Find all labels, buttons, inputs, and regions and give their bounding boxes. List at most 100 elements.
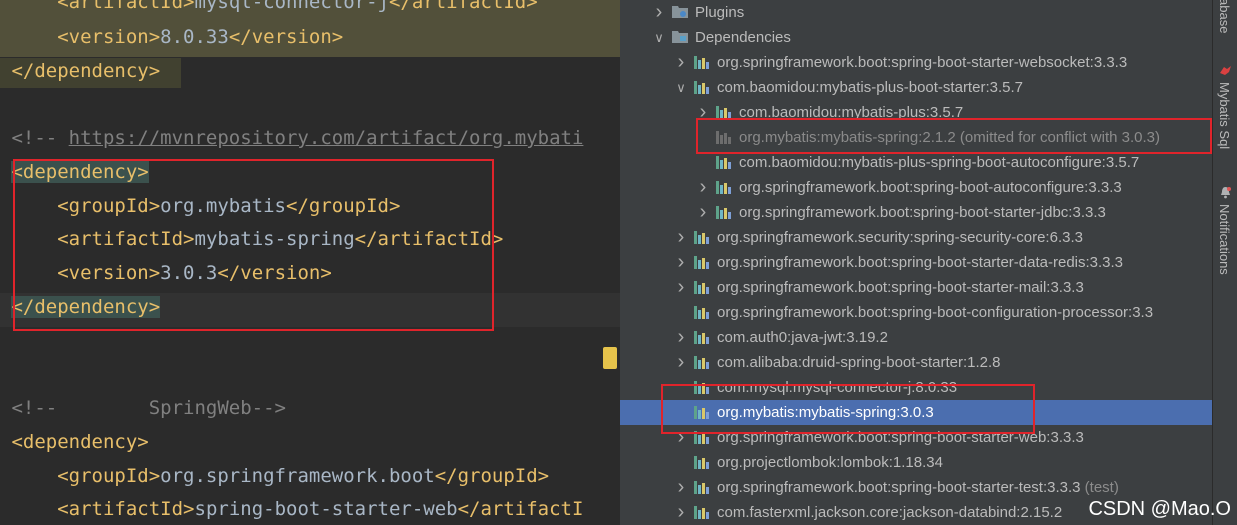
xml-tag-close: </artifactId> bbox=[388, 0, 538, 13]
line-gutter-pad bbox=[0, 397, 11, 419]
xml-tag-close: </artifactId> bbox=[354, 228, 504, 250]
dependency-coordinates: Dependencies bbox=[695, 29, 791, 46]
code-line: <groupId>org.springframework.boot</group… bbox=[0, 461, 620, 491]
chevron-right-icon[interactable]: › bbox=[674, 275, 688, 300]
dependency-node[interactable]: › org.springframework.boot:spring-boot-st… bbox=[620, 50, 1212, 75]
dependency-icon bbox=[694, 431, 711, 444]
code-line: <version>8.0.33</version> bbox=[0, 22, 620, 52]
xml-tag-close: </artifactI bbox=[457, 498, 584, 520]
dependency-coordinates: Plugins bbox=[695, 4, 745, 21]
xml-tag-open: <artifactId> bbox=[57, 0, 195, 13]
dependency-icon bbox=[694, 456, 711, 469]
dependency-node[interactable]: org.springframework.boot:spring-boot-con… bbox=[620, 300, 1212, 325]
dependency-node[interactable]: org.projectlombok:lombok:1.18.34 bbox=[620, 450, 1212, 475]
dependency-node[interactable]: ∨ com.baomidou:mybatis-plus-boot-starter:… bbox=[620, 75, 1212, 100]
dependency-node[interactable]: com.baomidou:mybatis-plus-spring-boot-au… bbox=[620, 150, 1212, 175]
chevron-right-icon[interactable]: › bbox=[696, 100, 710, 125]
folder-icon bbox=[672, 31, 688, 43]
database-tool-tab[interactable]: abase bbox=[1217, 0, 1232, 33]
dependency-coordinates: com.baomidou:mybatis-plus:3.5.7 bbox=[739, 104, 964, 121]
dependency-node[interactable]: › org.springframework.boot:spring-boot-st… bbox=[620, 200, 1212, 225]
dependency-coordinates: org.springframework.boot:spring-boot-con… bbox=[717, 304, 1154, 321]
watermark: CSDN @Mao.O bbox=[1088, 498, 1231, 520]
xml-tag-open: <groupId> bbox=[57, 195, 161, 217]
dependency-node[interactable]: › com.auth0:java-jwt:3.19.2 bbox=[620, 325, 1212, 350]
dependency-node[interactable]: › org.springframework.boot:spring-boot-st… bbox=[620, 475, 1212, 500]
code-editor[interactable]: <artifactId>mysql-connector-j</artifactI… bbox=[0, 0, 620, 525]
comment-link: https://mvnrepository.com/artifact/org.m… bbox=[68, 127, 584, 149]
chevron-right-icon[interactable]: › bbox=[696, 175, 710, 200]
code-line: <!-- https://mvnrepository.com/artifact/… bbox=[0, 123, 620, 153]
maven-dependency-tree[interactable]: › Plugins ∨ Dependencies › org.springframewor… bbox=[620, 0, 1212, 525]
chevron-down-icon[interactable]: ∨ bbox=[674, 75, 688, 100]
dependency-node[interactable]: › org.springframework.boot:spring-boot-st… bbox=[620, 275, 1212, 300]
dependency-label: com.auth0:java-jwt:3.19.2 bbox=[717, 325, 888, 350]
dependency-icon bbox=[694, 281, 711, 294]
code-line: <artifactId>spring-boot-starter-web</art… bbox=[0, 494, 620, 524]
xml-tag-close: </groupId> bbox=[434, 465, 550, 487]
xml-value: spring-boot-starter-web bbox=[194, 498, 458, 520]
line-gutter-pad bbox=[0, 60, 11, 82]
dependency-label: org.mybatis:mybatis-spring:3.0.3 bbox=[717, 400, 934, 425]
dependency-coordinates: org.mybatis:mybatis-spring:2.1.2 bbox=[739, 129, 956, 146]
dependency-icon bbox=[716, 181, 733, 194]
xml-value: org.mybatis bbox=[160, 195, 287, 217]
code-line: <groupId>org.mybatis</groupId> bbox=[0, 191, 620, 221]
mybatis-sql-tool-tab[interactable]: Mybatis Sql bbox=[1217, 82, 1232, 149]
xml-tag-open: <artifactId> bbox=[57, 498, 195, 520]
dependency-coordinates: org.springframework.boot:spring-boot-sta… bbox=[717, 279, 1084, 296]
dependency-label: org.springframework.boot:spring-boot-sta… bbox=[717, 250, 1123, 275]
dependency-label: com.baomidou:mybatis-plus-spring-boot-au… bbox=[739, 150, 1139, 175]
chevron-right-icon[interactable]: › bbox=[674, 325, 688, 350]
xml-tag-open: <groupId> bbox=[57, 465, 161, 487]
mybatis-bird-icon bbox=[1220, 66, 1231, 75]
xml-value: mysql-connector-j bbox=[194, 0, 389, 13]
notifications-tool-tab[interactable]: Notifications bbox=[1217, 204, 1232, 275]
code-line: <dependency> bbox=[0, 157, 620, 187]
chevron-right-icon[interactable]: › bbox=[674, 475, 688, 500]
xml-tag-open: <dependency> bbox=[11, 161, 149, 183]
dependency-node[interactable]: org.mybatis:mybatis-spring:3.0.3 bbox=[620, 400, 1212, 425]
tree-folder-node[interactable]: › Plugins bbox=[620, 0, 1212, 25]
dependency-coordinates: com.fasterxml.jackson.core:jackson-datab… bbox=[717, 504, 1063, 521]
editor-bookmark-marker[interactable] bbox=[603, 347, 617, 369]
chevron-right-icon[interactable]: › bbox=[652, 0, 666, 25]
dependency-label: com.alibaba:druid-spring-boot-starter:1.… bbox=[717, 350, 1000, 375]
dependency-node[interactable]: › com.baomidou:mybatis-plus:3.5.7 bbox=[620, 100, 1212, 125]
dependency-label: com.mysql:mysql-connector-j:8.0.33 bbox=[717, 375, 957, 400]
dependency-label: org.projectlombok:lombok:1.18.34 bbox=[717, 450, 943, 475]
dependency-node[interactable]: › com.alibaba:druid-spring-boot-starter:1… bbox=[620, 350, 1212, 375]
dependency-label: org.springframework.boot:spring-boot-sta… bbox=[717, 475, 1119, 500]
dependency-node[interactable]: › org.springframework.boot:spring-boot-au… bbox=[620, 175, 1212, 200]
line-gutter-pad bbox=[0, 262, 11, 284]
xml-value: 3.0.3 bbox=[160, 262, 218, 284]
dependency-icon bbox=[694, 481, 711, 494]
xml-tag-open: <version> bbox=[57, 26, 161, 48]
dependency-node[interactable]: › org.springframework.security:spring-sec… bbox=[620, 225, 1212, 250]
dependency-label: com.baomidou:mybatis-plus:3.5.7 bbox=[739, 100, 963, 125]
dependency-node[interactable]: org.mybatis:mybatis-spring:2.1.2 (omitte… bbox=[620, 125, 1212, 150]
line-gutter-pad bbox=[0, 465, 11, 487]
folder-icon bbox=[672, 6, 688, 18]
tree-folder-node[interactable]: ∨ Dependencies bbox=[620, 25, 1212, 50]
chevron-down-icon[interactable]: ∨ bbox=[652, 25, 666, 50]
scope-note: (test) bbox=[1080, 479, 1119, 496]
dependency-node[interactable]: com.mysql:mysql-connector-j:8.0.33 bbox=[620, 375, 1212, 400]
chevron-right-icon[interactable]: › bbox=[674, 225, 688, 250]
dependency-node[interactable]: › org.springframework.boot:spring-boot-st… bbox=[620, 425, 1212, 450]
dependency-icon bbox=[694, 56, 711, 69]
dependency-coordinates: com.baomidou:mybatis-plus-spring-boot-au… bbox=[739, 154, 1140, 171]
chevron-right-icon[interactable]: › bbox=[696, 200, 710, 225]
dependency-node[interactable]: › org.springframework.boot:spring-boot-st… bbox=[620, 250, 1212, 275]
chevron-right-icon[interactable]: › bbox=[674, 500, 688, 525]
dependency-coordinates: com.alibaba:druid-spring-boot-starter:1.… bbox=[717, 354, 1001, 371]
code-line: <version>3.0.3</version> bbox=[0, 258, 620, 288]
chevron-right-icon[interactable]: › bbox=[674, 350, 688, 375]
chevron-right-icon[interactable]: › bbox=[674, 50, 688, 75]
xml-value: mybatis-spring bbox=[194, 228, 355, 250]
chevron-right-icon[interactable]: › bbox=[674, 425, 688, 450]
chevron-right-icon[interactable]: › bbox=[674, 250, 688, 275]
